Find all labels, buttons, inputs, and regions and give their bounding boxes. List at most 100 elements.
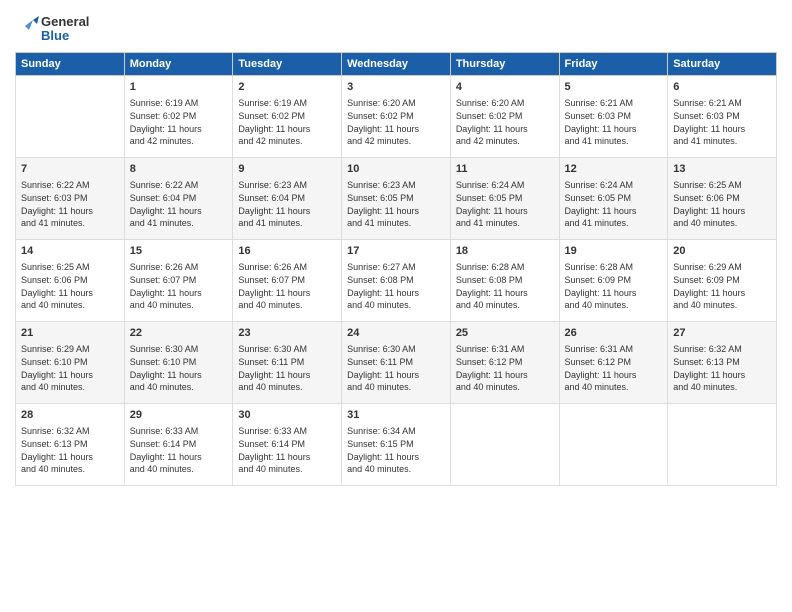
day-number: 31 xyxy=(347,408,445,423)
day-number: 13 xyxy=(673,162,771,177)
logo-svg: GeneralBlue xyxy=(15,10,105,46)
calendar-cell xyxy=(450,404,559,486)
day-number: 9 xyxy=(238,162,336,177)
cell-info: Sunrise: 6:20 AM Sunset: 6:02 PM Dayligh… xyxy=(456,97,554,147)
calendar-cell: 25 Sunrise: 6:31 AM Sunset: 6:12 PM Dayli… xyxy=(450,322,559,404)
day-number: 8 xyxy=(130,162,228,177)
calendar-cell: 18 Sunrise: 6:28 AM Sunset: 6:08 PM Dayli… xyxy=(450,240,559,322)
cell-info: Sunrise: 6:23 AM Sunset: 6:04 PM Dayligh… xyxy=(238,179,336,229)
day-number: 30 xyxy=(238,408,336,423)
cell-info: Sunrise: 6:21 AM Sunset: 6:03 PM Dayligh… xyxy=(565,97,663,147)
cell-info: Sunrise: 6:31 AM Sunset: 6:12 PM Dayligh… xyxy=(456,343,554,393)
day-number: 21 xyxy=(21,326,119,341)
day-number: 11 xyxy=(456,162,554,177)
calendar-cell: 5 Sunrise: 6:21 AM Sunset: 6:03 PM Daylig… xyxy=(559,76,668,158)
cell-info: Sunrise: 6:21 AM Sunset: 6:03 PM Dayligh… xyxy=(673,97,771,147)
cell-info: Sunrise: 6:24 AM Sunset: 6:05 PM Dayligh… xyxy=(565,179,663,229)
calendar-cell xyxy=(559,404,668,486)
calendar-cell: 24Sunrise: 6:30 AM Sunset: 6:11 PM Dayli… xyxy=(342,322,451,404)
day-number: 22 xyxy=(130,326,228,341)
week-row-5: 28Sunrise: 6:32 AM Sunset: 6:13 PM Dayli… xyxy=(16,404,777,486)
calendar-cell: 6Sunrise: 6:21 AM Sunset: 6:03 PM Daylig… xyxy=(668,76,777,158)
cell-info: Sunrise: 6:29 AM Sunset: 6:10 PM Dayligh… xyxy=(21,343,119,393)
day-number: 20 xyxy=(673,244,771,259)
day-number: 14 xyxy=(21,244,119,259)
day-number: 23 xyxy=(238,326,336,341)
calendar-cell: 29Sunrise: 6:33 AM Sunset: 6:14 PM Dayli… xyxy=(124,404,233,486)
col-header-tuesday: Tuesday xyxy=(233,53,342,76)
cell-info: Sunrise: 6:30 AM Sunset: 6:10 PM Dayligh… xyxy=(130,343,228,393)
cell-info: Sunrise: 6:31 AM Sunset: 6:12 PM Dayligh… xyxy=(565,343,663,393)
calendar-cell: 17 Sunrise: 6:27 AM Sunset: 6:08 PM Dayli… xyxy=(342,240,451,322)
calendar-cell: 22 Sunrise: 6:30 AM Sunset: 6:10 PM Dayli… xyxy=(124,322,233,404)
cell-info: Sunrise: 6:29 AM Sunset: 6:09 PM Dayligh… xyxy=(673,261,771,311)
calendar-cell: 2 Sunrise: 6:19 AM Sunset: 6:02 PM Daylig… xyxy=(233,76,342,158)
cell-info: Sunrise: 6:26 AM Sunset: 6:07 PM Dayligh… xyxy=(238,261,336,311)
cell-info: Sunrise: 6:32 AM Sunset: 6:13 PM Dayligh… xyxy=(673,343,771,393)
day-number: 25 xyxy=(456,326,554,341)
calendar-cell: 9 Sunrise: 6:23 AM Sunset: 6:04 PM Daylig… xyxy=(233,158,342,240)
calendar-cell: 11 Sunrise: 6:24 AM Sunset: 6:05 PM Dayli… xyxy=(450,158,559,240)
cell-info: Sunrise: 6:28 AM Sunset: 6:08 PM Dayligh… xyxy=(456,261,554,311)
cell-info: Sunrise: 6:27 AM Sunset: 6:08 PM Dayligh… xyxy=(347,261,445,311)
calendar-cell: 1 Sunrise: 6:19 AM Sunset: 6:02 PM Daylig… xyxy=(124,76,233,158)
day-number: 18 xyxy=(456,244,554,259)
calendar-cell: 19 Sunrise: 6:28 AM Sunset: 6:09 PM Dayli… xyxy=(559,240,668,322)
cell-info: Sunrise: 6:25 AM Sunset: 6:06 PM Dayligh… xyxy=(21,261,119,311)
cell-info: Sunrise: 6:24 AM Sunset: 6:05 PM Dayligh… xyxy=(456,179,554,229)
cell-info: Sunrise: 6:34 AM Sunset: 6:15 PM Dayligh… xyxy=(347,425,445,475)
calendar-cell xyxy=(16,76,125,158)
cell-info: Sunrise: 6:20 AM Sunset: 6:02 PM Dayligh… xyxy=(347,97,445,147)
cell-info: Sunrise: 6:33 AM Sunset: 6:14 PM Dayligh… xyxy=(130,425,228,475)
calendar-cell: 4Sunrise: 6:20 AM Sunset: 6:02 PM Daylig… xyxy=(450,76,559,158)
day-number: 27 xyxy=(673,326,771,341)
week-row-4: 21 Sunrise: 6:29 AM Sunset: 6:10 PM Dayli… xyxy=(16,322,777,404)
day-number: 16 xyxy=(238,244,336,259)
calendar-cell xyxy=(668,404,777,486)
calendar-cell: 21 Sunrise: 6:29 AM Sunset: 6:10 PM Dayli… xyxy=(16,322,125,404)
col-header-thursday: Thursday xyxy=(450,53,559,76)
svg-text:Blue: Blue xyxy=(41,28,69,43)
calendar-cell: 10Sunrise: 6:23 AM Sunset: 6:05 PM Dayli… xyxy=(342,158,451,240)
day-number: 3 xyxy=(347,80,445,95)
cell-info: Sunrise: 6:30 AM Sunset: 6:11 PM Dayligh… xyxy=(238,343,336,393)
calendar-cell: 8 Sunrise: 6:22 AM Sunset: 6:04 PM Daylig… xyxy=(124,158,233,240)
calendar-cell: 12Sunrise: 6:24 AM Sunset: 6:05 PM Dayli… xyxy=(559,158,668,240)
cell-info: Sunrise: 6:28 AM Sunset: 6:09 PM Dayligh… xyxy=(565,261,663,311)
cell-info: Sunrise: 6:22 AM Sunset: 6:03 PM Dayligh… xyxy=(21,179,119,229)
day-number: 19 xyxy=(565,244,663,259)
day-number: 2 xyxy=(238,80,336,95)
calendar-cell: 30 Sunrise: 6:33 AM Sunset: 6:14 PM Dayli… xyxy=(233,404,342,486)
cell-info: Sunrise: 6:23 AM Sunset: 6:05 PM Dayligh… xyxy=(347,179,445,229)
week-row-2: 7 Sunrise: 6:22 AM Sunset: 6:03 PM Daylig… xyxy=(16,158,777,240)
calendar-cell: 23 Sunrise: 6:30 AM Sunset: 6:11 PM Dayli… xyxy=(233,322,342,404)
day-number: 26 xyxy=(565,326,663,341)
calendar-cell: 20 Sunrise: 6:29 AM Sunset: 6:09 PM Dayli… xyxy=(668,240,777,322)
calendar-cell: 13 Sunrise: 6:25 AM Sunset: 6:06 PM Dayli… xyxy=(668,158,777,240)
day-number: 15 xyxy=(130,244,228,259)
calendar-cell: 15Sunrise: 6:26 AM Sunset: 6:07 PM Dayli… xyxy=(124,240,233,322)
cell-info: Sunrise: 6:19 AM Sunset: 6:02 PM Dayligh… xyxy=(238,97,336,147)
header: GeneralBlue xyxy=(15,10,777,46)
calendar-cell: 31 Sunrise: 6:34 AM Sunset: 6:15 PM Dayli… xyxy=(342,404,451,486)
calendar-cell: 3 Sunrise: 6:20 AM Sunset: 6:02 PM Daylig… xyxy=(342,76,451,158)
week-row-1: 1 Sunrise: 6:19 AM Sunset: 6:02 PM Daylig… xyxy=(16,76,777,158)
cell-info: Sunrise: 6:19 AM Sunset: 6:02 PM Dayligh… xyxy=(130,97,228,147)
col-header-friday: Friday xyxy=(559,53,668,76)
calendar-table: SundayMondayTuesdayWednesdayThursdayFrid… xyxy=(15,52,777,486)
cell-info: Sunrise: 6:25 AM Sunset: 6:06 PM Dayligh… xyxy=(673,179,771,229)
day-number: 7 xyxy=(21,162,119,177)
page-container: GeneralBlue SundayMondayTuesdayWednesday… xyxy=(0,0,792,491)
day-number: 17 xyxy=(347,244,445,259)
week-row-3: 14 Sunrise: 6:25 AM Sunset: 6:06 PM Dayli… xyxy=(16,240,777,322)
cell-info: Sunrise: 6:22 AM Sunset: 6:04 PM Dayligh… xyxy=(130,179,228,229)
cell-info: Sunrise: 6:32 AM Sunset: 6:13 PM Dayligh… xyxy=(21,425,119,475)
day-number: 5 xyxy=(565,80,663,95)
calendar-cell: 14 Sunrise: 6:25 AM Sunset: 6:06 PM Dayli… xyxy=(16,240,125,322)
col-header-saturday: Saturday xyxy=(668,53,777,76)
day-number: 1 xyxy=(130,80,228,95)
header-row: SundayMondayTuesdayWednesdayThursdayFrid… xyxy=(16,53,777,76)
svg-text:General: General xyxy=(41,14,89,29)
cell-info: Sunrise: 6:33 AM Sunset: 6:14 PM Dayligh… xyxy=(238,425,336,475)
col-header-sunday: Sunday xyxy=(16,53,125,76)
